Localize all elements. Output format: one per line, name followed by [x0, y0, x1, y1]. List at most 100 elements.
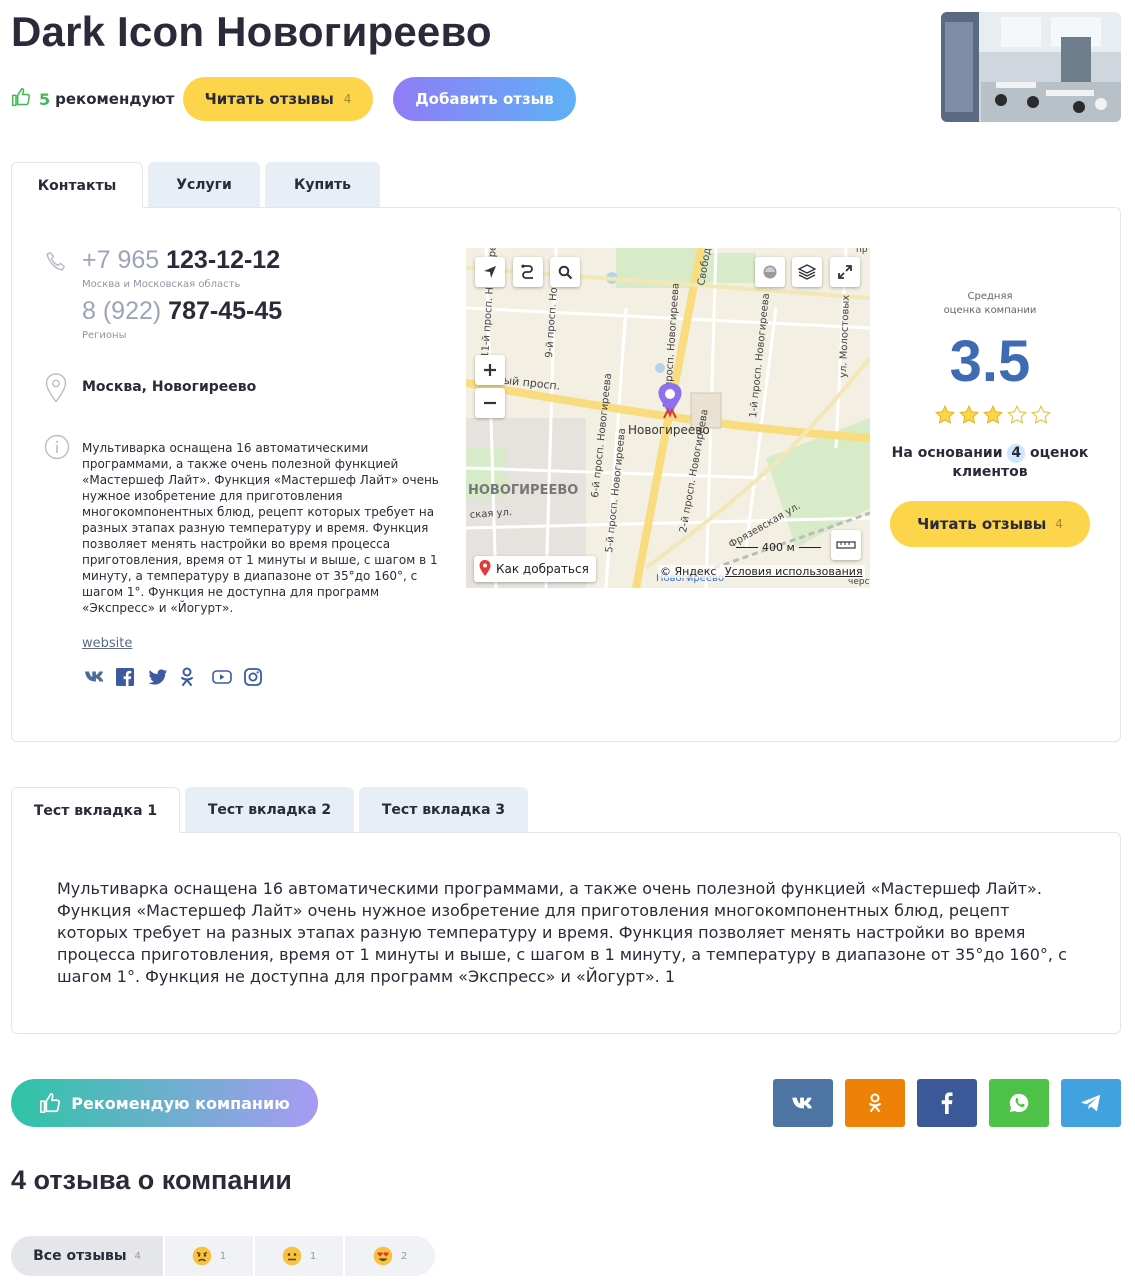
map-copyright: © Яндекс Условия использования [658, 565, 865, 578]
vk-icon [792, 1097, 812, 1108]
layers-icon[interactable] [792, 257, 822, 287]
filter-all-reviews[interactable]: Все отзывы 4 [11, 1236, 165, 1276]
facebook-icon[interactable] [116, 667, 148, 687]
map-station-label: Новогиреево [628, 423, 710, 437]
read-reviews-button[interactable]: Читать отзывы 4 [183, 77, 373, 121]
thumbs-up-icon [40, 1093, 61, 1113]
read-reviews-count: 4 [343, 92, 352, 106]
tab-test-1[interactable]: Тест вкладка 1 [11, 787, 180, 833]
map-copyright-label: © Яндекс [660, 565, 717, 578]
map-edge-label: черс [848, 577, 870, 587]
star-empty-icon [1006, 404, 1028, 425]
directions-label: Как добраться [496, 562, 589, 576]
youtube-icon[interactable] [212, 667, 244, 687]
phone-icon [43, 250, 69, 280]
phone-secondary-number: 787-45-45 [168, 297, 283, 325]
fullscreen-icon[interactable] [830, 257, 860, 287]
company-description: Мультиварка оснащена 16 автоматическими … [82, 441, 439, 615]
tab-test-3[interactable]: Тест вкладка 3 [359, 787, 528, 833]
tab-content-text: Мультиварка оснащена 16 автоматическими … [57, 879, 1067, 986]
map-terms-link[interactable]: Условия использования [725, 565, 863, 578]
whatsapp-icon [1009, 1093, 1029, 1113]
filter-count: 4 [134, 1250, 141, 1262]
share-whatsapp-button[interactable] [989, 1079, 1049, 1127]
map-edge-label: пр [856, 248, 868, 255]
facebook-icon [941, 1092, 953, 1114]
map-pin-red-icon [479, 559, 491, 579]
add-review-button[interactable]: Добавить отзыв [393, 77, 576, 121]
filter-count: 2 [400, 1250, 408, 1262]
odnoklassniki-icon[interactable] [180, 667, 212, 687]
info-icon [44, 434, 70, 464]
recommend-company-button[interactable]: Рекомендую компанию [11, 1079, 318, 1127]
phone-secondary[interactable]: 8 (922) 787-45-45 [82, 297, 282, 326]
route-icon[interactable] [513, 257, 543, 287]
rating-value: 3.5 [949, 329, 1031, 394]
website-link[interactable]: website [82, 636, 132, 651]
tab-buy[interactable]: Купить [265, 162, 380, 208]
share-vk-button[interactable] [773, 1079, 833, 1127]
geolocation-icon[interactable] [475, 257, 505, 287]
recommend-count: 5 [39, 89, 51, 109]
phone-primary-note: Москва и Московская область [82, 279, 241, 290]
recommend-label: рекомендуют [55, 90, 175, 108]
recommend-company-label: Рекомендую компанию [71, 1093, 290, 1113]
star-filled-icon [982, 404, 1004, 425]
star-filled-icon [958, 404, 980, 425]
phone-primary-prefix: +7 965 [82, 246, 160, 274]
location-pin-icon [45, 373, 67, 407]
filter-love-reviews[interactable]: 2 [345, 1236, 435, 1276]
tab-test-2[interactable]: Тест вкладка 2 [185, 787, 354, 833]
phone-primary-number: 123-12-12 [166, 246, 281, 274]
rating-caption-line: оценка компании [943, 305, 1037, 316]
company-photo[interactable] [941, 12, 1121, 122]
angry-face-icon [192, 1246, 212, 1266]
recommend-summary: 5 рекомендуют [11, 76, 175, 122]
thumbs-up-icon [11, 87, 31, 111]
star-empty-icon [1030, 404, 1052, 425]
filter-count: 1 [309, 1250, 317, 1262]
star-filled-icon [934, 404, 956, 425]
rating-basis-prefix: На основании [891, 445, 1003, 461]
map-search-icon[interactable] [550, 257, 580, 287]
instagram-icon[interactable] [244, 667, 276, 687]
filter-angry-reviews[interactable]: 1 [165, 1236, 255, 1276]
rating-caption-line: Средняя [967, 291, 1013, 302]
rating-basis-count: 4 [1007, 444, 1026, 463]
tab-services[interactable]: Услуги [148, 162, 260, 208]
traffic-icon[interactable] [755, 257, 785, 287]
share-telegram-button[interactable] [1061, 1079, 1121, 1127]
map-district-label: НОВОГИРЕЕВО [468, 483, 578, 498]
telegram-icon [1080, 1094, 1101, 1112]
neutral-face-icon [282, 1246, 302, 1266]
ruler-icon[interactable] [831, 530, 861, 560]
phone-secondary-note: Регионы [82, 330, 127, 341]
yandex-map[interactable]: 11-й просп. Новогиреева 9-й просп. Новог… [466, 248, 870, 588]
filter-all-label: Все отзывы [33, 1248, 127, 1264]
heart-eyes-face-icon [373, 1246, 393, 1266]
vk-icon[interactable] [84, 667, 116, 687]
phone-primary[interactable]: +7 965 123-12-12 [82, 246, 280, 275]
reviews-title: 4 отзыва о компании [11, 1165, 292, 1195]
zoom-in-icon[interactable] [475, 355, 505, 385]
share-facebook-button[interactable] [917, 1079, 977, 1127]
twitter-icon[interactable] [148, 667, 180, 687]
odnoklassniki-icon [869, 1093, 881, 1112]
tab-contacts[interactable]: Контакты [11, 162, 143, 208]
review-filters: Все отзывы 4 1 1 2 [11, 1236, 435, 1276]
share-odnoklassniki-button[interactable] [845, 1079, 905, 1127]
read-reviews-label: Читать отзывы [204, 90, 334, 108]
company-address: Москва, Новогиреево [82, 379, 257, 395]
rating-stars [934, 404, 1054, 426]
directions-button[interactable]: Как добраться [474, 556, 596, 582]
page-title: Dark Icon Новогиреево [11, 8, 492, 55]
filter-neutral-reviews[interactable]: 1 [255, 1236, 345, 1276]
map-scale: 400 м [736, 541, 821, 554]
read-reviews-label: Читать отзывы [917, 515, 1047, 533]
phone-secondary-prefix: 8 (922) [82, 297, 162, 325]
rating-basis: На основании 4 оценок клиентов [890, 444, 1090, 482]
read-reviews-button-secondary[interactable]: Читать отзывы 4 [890, 501, 1090, 547]
social-links [84, 667, 276, 687]
filter-count: 1 [219, 1250, 227, 1262]
zoom-out-icon[interactable] [475, 388, 505, 418]
